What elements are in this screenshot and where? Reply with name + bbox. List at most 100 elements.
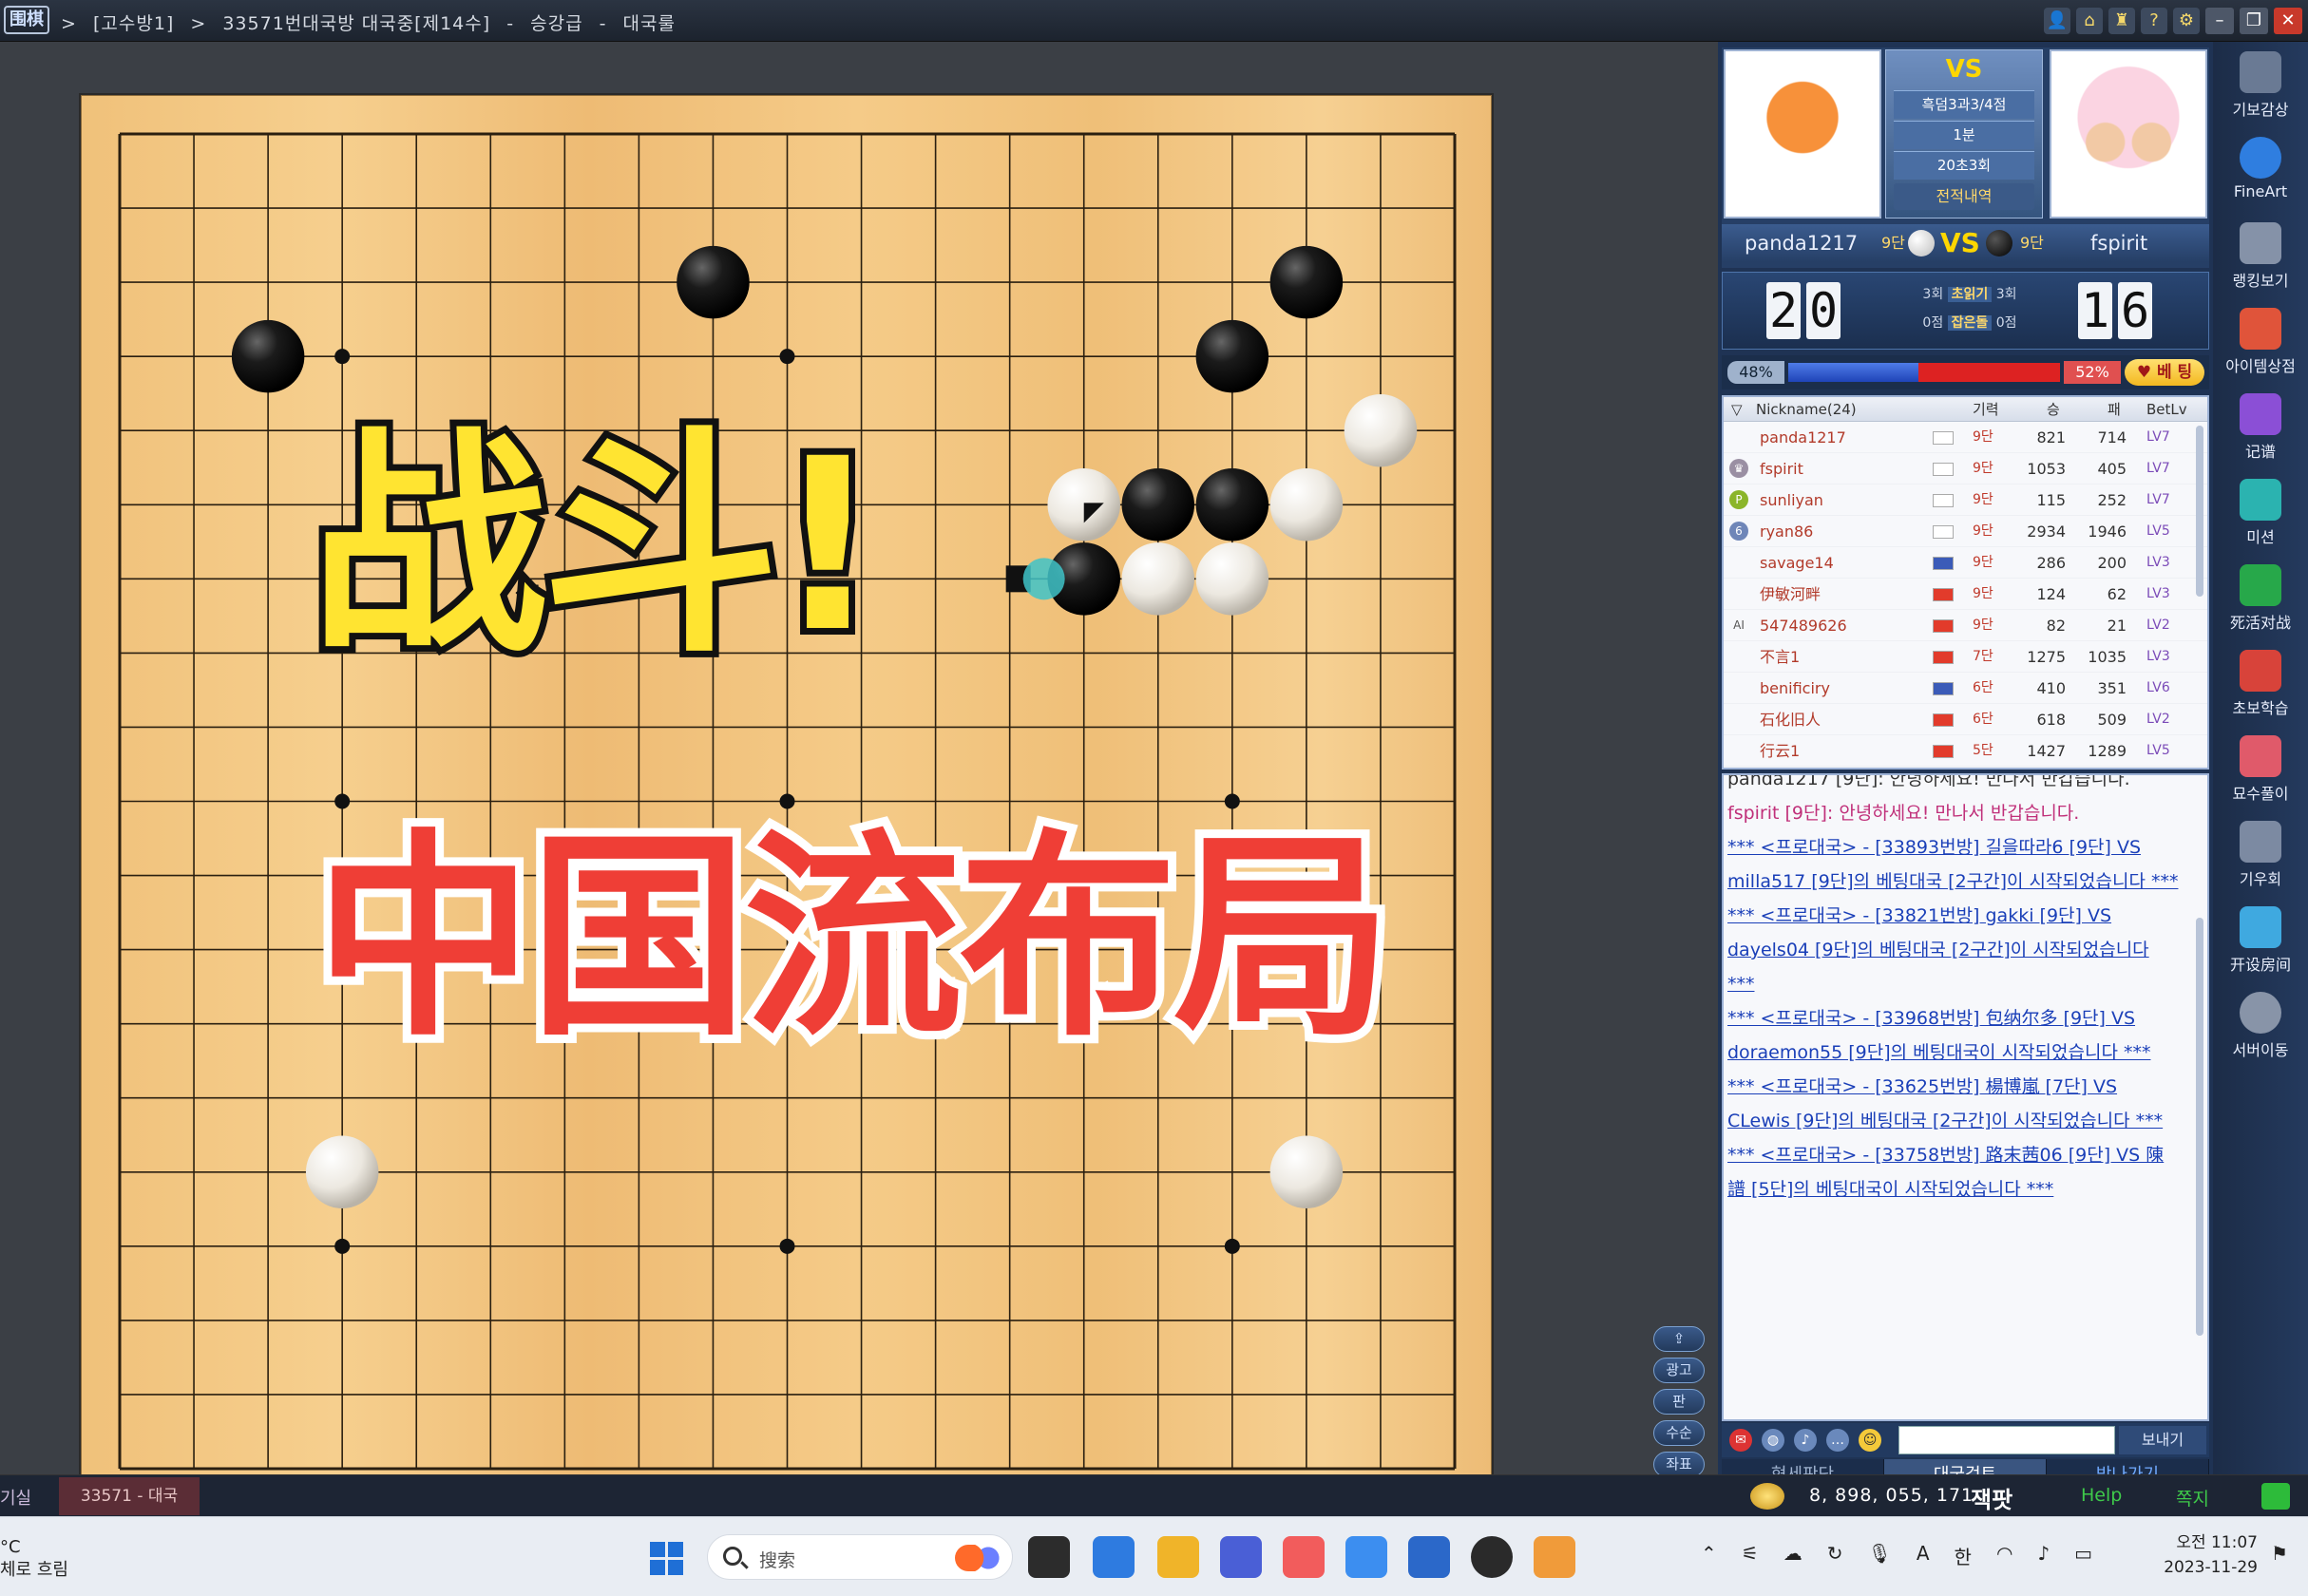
toolbar-game-records[interactable]: 기보감상 (2219, 51, 2302, 120)
board-button[interactable]: 판 (1653, 1389, 1705, 1415)
avatar-white-player[interactable] (1724, 49, 1881, 218)
user-row[interactable]: 石化旧人 6단 618 509 LV2 (1724, 704, 2207, 735)
emoticon-icon[interactable]: ✉ (1729, 1429, 1752, 1452)
chat-input[interactable] (1898, 1426, 2115, 1454)
sort-icon[interactable]: ▽ (1731, 397, 1743, 422)
header-loss[interactable]: 패 (2108, 397, 2121, 422)
header-nickname[interactable]: Nickname(24) (1756, 397, 1857, 422)
mic-tray-icon[interactable]: 🎙 (1867, 1542, 1891, 1569)
users-scrollbar[interactable] (2196, 426, 2203, 597)
white-player-name[interactable]: panda1217 (1745, 224, 1858, 262)
chat-system-message[interactable]: *** <프로대국> - [33758번방] 路末茜06 [9단] VS 陳譜 … (1727, 1138, 2182, 1206)
user-row[interactable]: panda1217 9단 821 714 LV7 (1724, 422, 2207, 453)
task-view-icon[interactable] (1028, 1536, 1070, 1578)
gear-icon[interactable]: ⚙ (2173, 8, 2200, 34)
bet-button[interactable]: ♥ 베 팅 (2125, 359, 2204, 386)
header-betlv[interactable]: BetLv (2146, 397, 2187, 422)
mail-app-icon[interactable] (1220, 1536, 1262, 1578)
black-stone[interactable] (1195, 319, 1269, 393)
speech-icon[interactable]: … (1826, 1429, 1849, 1452)
sliders-icon[interactable]: ⚟ (1742, 1542, 1759, 1569)
help-icon[interactable]: ? (2141, 8, 2167, 34)
notepad-icon[interactable] (1408, 1536, 1450, 1578)
avatar-black-player[interactable] (2050, 49, 2207, 218)
toolbar-life-death[interactable]: 死活对战 (2219, 564, 2302, 633)
user-row[interactable]: 不言1 7단 1275 1035 LV3 (1724, 641, 2207, 673)
ime-a-label[interactable]: A (1917, 1542, 1930, 1569)
user-row[interactable]: 行云1 5단 1427 1289 LV5 (1724, 735, 2207, 767)
jackpot-label[interactable]: 잭팟 (1971, 1481, 2012, 1514)
restore-button[interactable]: ❐ (2240, 8, 2268, 34)
home-icon[interactable]: ⌂ (2076, 8, 2103, 34)
clock[interactable]: 오전 11:07 2023-11-29 (2147, 1530, 2258, 1580)
start-button[interactable] (650, 1542, 684, 1576)
white-stone[interactable] (305, 1135, 379, 1209)
user-row[interactable]: 伊敏河畔 9단 124 62 LV3 (1724, 579, 2207, 610)
black-stone[interactable] (677, 245, 750, 319)
move-order-button[interactable]: 수순 (1653, 1420, 1705, 1446)
user-row[interactable]: Psunliyan 9단 115 252 LV7 (1724, 484, 2207, 516)
battery-icon[interactable]: ▭ (2074, 1542, 2092, 1569)
header-rank[interactable]: 기력 (1973, 397, 1999, 422)
smiley-icon[interactable]: ☺ (1859, 1429, 1881, 1452)
speaker-icon[interactable]: ♪ (2037, 1542, 2050, 1569)
black-stone[interactable] (231, 319, 305, 393)
help-link[interactable]: Help (2081, 1485, 2122, 1506)
wifi-icon[interactable]: ◠ (1996, 1542, 2012, 1569)
black-stone[interactable] (1195, 468, 1269, 542)
status-game-tab[interactable]: 33571 - 대국 (59, 1477, 200, 1515)
chat-system-message[interactable]: *** <프로대국> - [33625번방] 楊博嵐 [7단] VS CLewi… (1727, 1070, 2182, 1138)
send-button[interactable]: 보내기 (2119, 1426, 2206, 1454)
user-row[interactable]: benificiry 6단 410 351 LV6 (1724, 673, 2207, 704)
white-stone[interactable] (1344, 393, 1418, 467)
record-link[interactable]: 전적내역 (1894, 183, 2034, 210)
toolbar-open-room[interactable]: 开设房间 (2219, 906, 2302, 975)
toolbar-club[interactable]: 기우회 (2219, 821, 2302, 889)
volume-icon[interactable] (2261, 1483, 2290, 1510)
user-icon[interactable]: 👤 (2044, 8, 2070, 34)
globe-icon[interactable]: ◍ (1762, 1429, 1784, 1452)
white-stone[interactable] (1269, 468, 1344, 542)
white-stone[interactable] (1121, 542, 1195, 616)
chat-system-message[interactable]: *** <프로대국> - [33893번방] 길을따라6 [9단] VS mil… (1727, 830, 2182, 899)
black-stone[interactable] (1269, 245, 1344, 319)
weather-widget[interactable]: °C 체로 흐림 (0, 1536, 68, 1582)
black-player-name[interactable]: fspirit (2090, 224, 2147, 262)
user-row[interactable]: ♛ fspirit 9단 1053 405 LV7 (1724, 453, 2207, 484)
coordinates-button[interactable]: 좌표 (1653, 1452, 1705, 1477)
chat-system-message[interactable]: *** <프로대국> - [33821번방] gakki [9단] VS day… (1727, 899, 2182, 1001)
shirt-icon[interactable]: ♜ (2108, 8, 2135, 34)
mic-icon[interactable]: ♪ (1794, 1429, 1817, 1452)
toolbar-server-move[interactable]: 서버이동 (2219, 992, 2302, 1060)
media-app-icon[interactable] (1534, 1536, 1575, 1578)
store-icon[interactable] (1093, 1536, 1135, 1578)
user-row[interactable]: savage14 9단 286 200 LV3 (1724, 547, 2207, 579)
black-stone[interactable] (1121, 468, 1195, 542)
cloud-icon[interactable] (1345, 1536, 1387, 1578)
user-row[interactable]: AI 547489626 9단 82 21 LV2 (1724, 610, 2207, 641)
breadcrumb-room[interactable]: [고수방1] (93, 13, 174, 34)
go-board[interactable]: 战斗! 中国流布局 (81, 95, 1492, 1506)
chevron-up-icon[interactable]: ⌃ (1701, 1542, 1717, 1569)
cloud-sync-icon[interactable]: ☁ (1783, 1542, 1803, 1569)
ime-label[interactable]: 한 (1955, 1542, 1972, 1569)
close-button[interactable]: ✕ (2274, 8, 2302, 34)
white-stone[interactable] (1269, 1135, 1344, 1209)
note-link[interactable]: 쪽지 (2176, 1485, 2209, 1510)
taskbar-search[interactable]: 搜索 (707, 1534, 1013, 1580)
toolbar-beginner[interactable]: 초보학습 (2219, 650, 2302, 718)
go-app-icon[interactable] (1471, 1536, 1513, 1578)
refresh-icon[interactable]: ↻ (1827, 1542, 1843, 1569)
chat-scrollbar[interactable] (2196, 918, 2203, 1336)
toolbar-problems[interactable]: 묘수풀이 (2219, 735, 2302, 804)
toolbar-item-shop[interactable]: 아이템상점 (2219, 308, 2302, 376)
notification-icon[interactable]: ⚑ (2271, 1542, 2296, 1567)
app-red-icon[interactable] (1283, 1536, 1325, 1578)
toolbar-mission[interactable]: 미션 (2219, 479, 2302, 547)
minimize-button[interactable]: – (2205, 8, 2234, 34)
toolbar-fineart[interactable]: FineArt (2219, 137, 2302, 200)
ad-button[interactable]: 광고 (1653, 1358, 1705, 1383)
header-win[interactable]: 승 (2047, 397, 2060, 422)
white-stone[interactable] (1195, 542, 1269, 616)
user-row[interactable]: 6 ryan86 9단 2934 1946 LV5 (1724, 516, 2207, 547)
